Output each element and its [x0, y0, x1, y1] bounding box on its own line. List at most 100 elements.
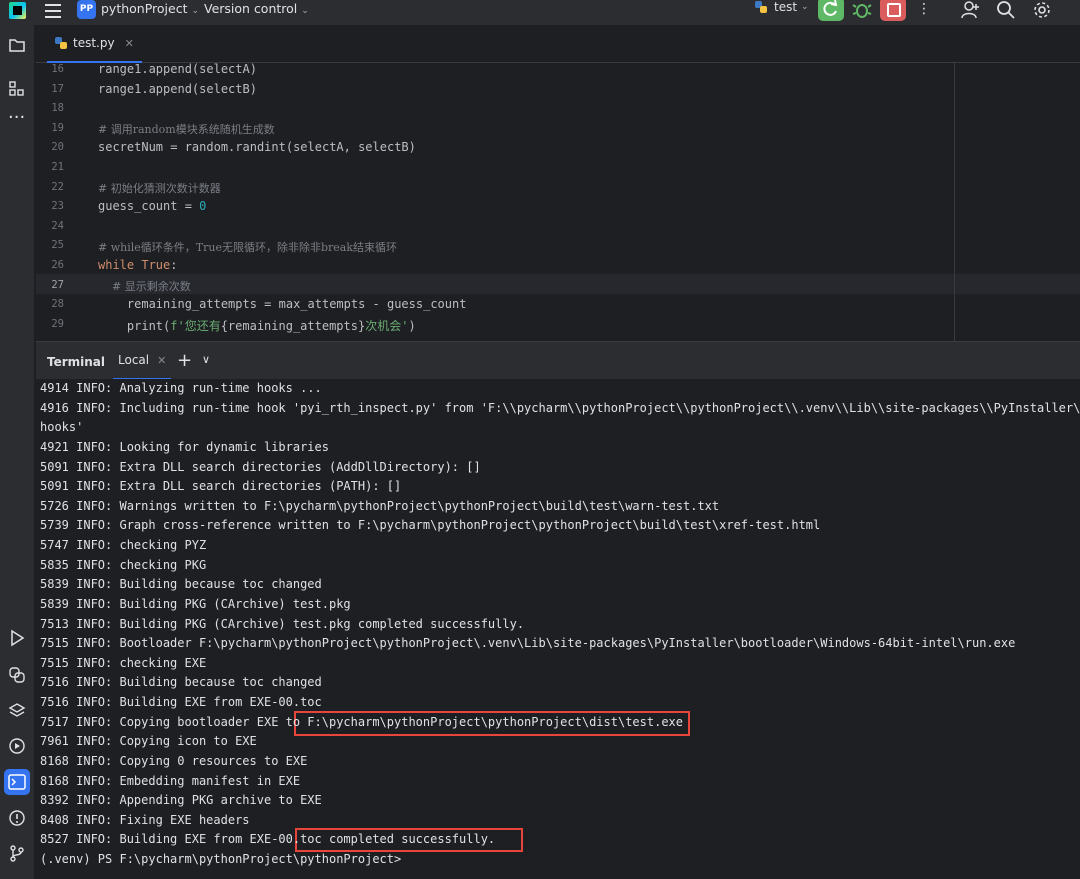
- code-line: secretNum = random.randint(selectA, sele…: [98, 140, 416, 155]
- terminal-line: 5839 INFO: Building PKG (CArchive) test.…: [40, 596, 351, 611]
- run-icon[interactable]: [8, 629, 26, 647]
- code-text: while True:: [98, 258, 178, 272]
- line-number: 21: [51, 161, 64, 173]
- terminal-line: 7515 INFO: checking EXE: [40, 655, 207, 670]
- line-number-gutter: 16 17 18 19 20 21 22 23 24 25 26 27 28 2…: [36, 63, 86, 341]
- line-number-current: 27: [51, 278, 64, 291]
- more-actions-icon[interactable]: ⋮: [917, 1, 931, 17]
- run-config-selector[interactable]: test ⌄: [754, 0, 809, 14]
- terminal-line: (.venv) PS F:\pycharm\pythonProject\pyth…: [40, 852, 402, 867]
- terminal-line: 7515 INFO: Bootloader F:\pycharm\pythonP…: [40, 636, 1016, 651]
- current-line-highlight: [36, 274, 1080, 294]
- python-file-icon: [755, 1, 767, 13]
- line-number: 24: [51, 219, 64, 232]
- close-icon[interactable]: ✕: [125, 37, 134, 50]
- terminal-line: 8392 INFO: Appending PKG archive to EXE: [40, 793, 322, 808]
- services-icon[interactable]: [8, 737, 26, 755]
- code-text: print(f'您还有{remaining_attempts}次机会'): [98, 318, 416, 333]
- run-config-label: test: [774, 0, 798, 14]
- terminal-line: 5739 INFO: Graph cross-reference written…: [40, 518, 821, 533]
- hamburger-menu-icon[interactable]: [45, 4, 61, 18]
- chevron-down-icon: ⌄: [801, 2, 809, 12]
- code-line-print: print(f'您还有{remaining_attempts}次机会'): [98, 317, 416, 334]
- debug-button[interactable]: [851, 0, 873, 21]
- terminal-line: 5091 INFO: Extra DLL search directories …: [40, 459, 481, 474]
- terminal-line: 4921 INFO: Looking for dynamic libraries: [40, 439, 329, 454]
- tab-test-py[interactable]: test.py ✕: [47, 25, 142, 63]
- stop-button[interactable]: [880, 0, 906, 21]
- line-number: 28: [51, 298, 64, 311]
- terminal-output[interactable]: 4914 INFO: Analyzing run-time hooks ... 4…: [36, 379, 1080, 879]
- layers-icon[interactable]: [8, 702, 26, 720]
- code-comment: # 初始化猜测次数计数器: [98, 182, 221, 195]
- version-control-label: Version control: [204, 1, 298, 16]
- chevron-down-icon[interactable]: ∨: [202, 353, 210, 366]
- rerun-icon: [823, 0, 838, 16]
- line-number: 19: [51, 121, 64, 134]
- new-terminal-plus-icon[interactable]: +: [177, 350, 192, 371]
- code-comment: # while循环条件，True无限循环，除非除非break结束循环: [98, 241, 397, 254]
- add-user-icon[interactable]: [960, 0, 980, 20]
- close-icon[interactable]: ✕: [157, 354, 166, 367]
- terminal-line: 7513 INFO: Building PKG (CArchive) test.…: [40, 616, 525, 631]
- rerun-button[interactable]: [818, 0, 844, 21]
- terminal-line: 5091 INFO: Extra DLL search directories …: [40, 479, 402, 494]
- git-icon[interactable]: [8, 844, 26, 862]
- code-comment: # 显示剩余次数: [98, 280, 191, 293]
- code-comment: # 调用random模块系统随机生成数: [98, 123, 275, 136]
- tab-label: test.py: [73, 36, 115, 50]
- more-tools-icon[interactable]: ···: [8, 109, 26, 131]
- version-control-menu[interactable]: Version control ⌄: [204, 1, 309, 16]
- terminal-line: 5835 INFO: checking PKG: [40, 557, 207, 572]
- line-number: 23: [51, 200, 64, 213]
- chevron-down-icon: ⌄: [301, 6, 309, 16]
- tool-window-bar: ···: [0, 25, 35, 879]
- line-number: 26: [51, 259, 64, 271]
- terminal-tab-label: Local: [118, 353, 150, 367]
- project-name: pythonProject: [101, 1, 188, 16]
- debug-icon: [852, 4, 872, 18]
- code-line: remaining_attempts = max_attempts - gues…: [98, 297, 467, 312]
- terminal-line: 7517 INFO: Copying bootloader EXE to F:\…: [40, 714, 683, 729]
- line-number: 17: [51, 82, 64, 95]
- editor-tabs: test.py ✕: [36, 25, 1080, 63]
- terminal-line: hooks': [40, 420, 84, 435]
- terminal-line: 8168 INFO: Embedding manifest in EXE: [40, 773, 301, 788]
- terminal-line: 4916 INFO: Including run-time hook 'pyi_…: [40, 400, 1080, 415]
- terminal-line: 4914 INFO: Analyzing run-time hooks ...: [40, 381, 322, 395]
- folder-icon[interactable]: [8, 36, 26, 54]
- title-bar: PP pythonProject ⌄ Version control ⌄ test ⌄…: [0, 0, 1080, 25]
- terminal-line: 7961 INFO: Copying icon to EXE: [40, 734, 257, 749]
- terminal-icon[interactable]: [4, 769, 30, 795]
- project-selector[interactable]: pythonProject ⌄: [101, 1, 199, 16]
- problems-icon[interactable]: [8, 809, 26, 827]
- code-text: guess_count = 0: [98, 199, 207, 214]
- terminal-line: 5726 INFO: Warnings written to F:\pychar…: [40, 498, 720, 513]
- tab-terminal-local[interactable]: Local ✕: [113, 342, 172, 380]
- project-badge[interactable]: PP: [77, 0, 96, 19]
- code-line: range1.append(selectB): [98, 81, 257, 96]
- terminal-title: Terminal: [47, 355, 106, 369]
- python-console-icon[interactable]: [8, 666, 26, 684]
- terminal-header: Terminal Local ✕ + ∨: [36, 341, 1080, 380]
- right-margin-guide: [954, 63, 955, 341]
- terminal-line: 5747 INFO: checking PYZ: [40, 538, 207, 553]
- pycharm-logo-icon: [9, 2, 26, 19]
- terminal-glyph-icon: [8, 774, 26, 790]
- code-editor[interactable]: 16 17 18 19 20 21 22 23 24 25 26 27 28 2…: [36, 63, 1080, 341]
- line-number: 25: [51, 239, 64, 252]
- line-number: 22: [51, 180, 64, 193]
- settings-icon[interactable]: [1032, 0, 1052, 20]
- terminal-line: 8527 INFO: Building EXE from EXE-00.toc …: [40, 832, 496, 847]
- line-number: 16: [51, 63, 64, 75]
- python-file-icon: [55, 37, 67, 49]
- code-line-guess-count: guess_count = 0: [98, 199, 206, 213]
- terminal-line: 7516 INFO: Building because toc changed: [40, 675, 322, 690]
- structure-icon[interactable]: [8, 80, 26, 98]
- search-icon[interactable]: [996, 0, 1016, 20]
- chevron-down-icon: ⌄: [191, 6, 200, 16]
- terminal-line: 7516 INFO: Building EXE from EXE-00.toc: [40, 695, 322, 710]
- code-line: range1.append(selectA): [98, 63, 257, 76]
- line-number: 20: [51, 141, 64, 154]
- code-line-while: while True:: [98, 258, 178, 272]
